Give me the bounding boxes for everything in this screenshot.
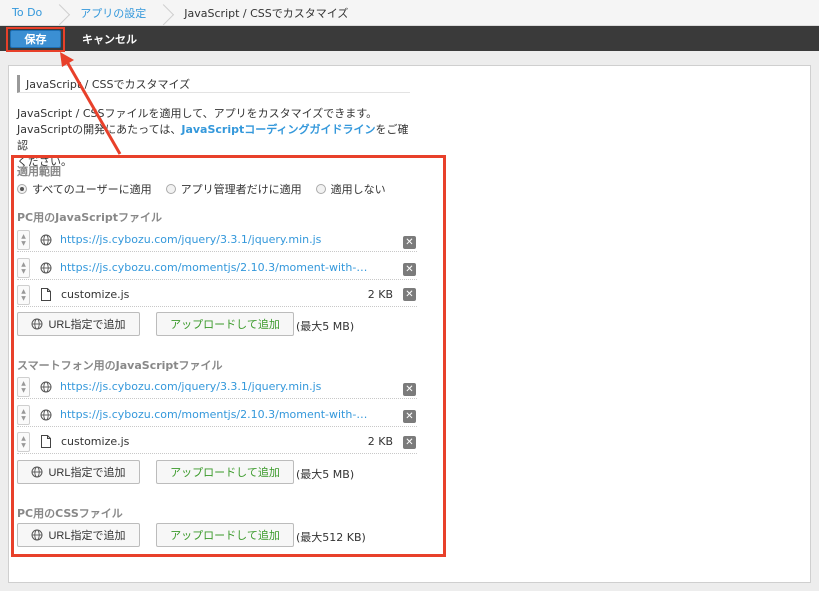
file-size: 2 KB: [367, 288, 393, 301]
delete-icon[interactable]: ✕: [403, 288, 416, 301]
delete-icon[interactable]: ✕: [403, 436, 416, 449]
breadcrumb-current: JavaScript / CSSでカスタマイズ: [184, 6, 349, 20]
file-icon: [41, 288, 51, 301]
desc-line-2: JavaScriptの開発にあたっては、JavaScriptコーディングガイドラ…: [17, 122, 417, 154]
scope-option-label: アプリ管理者だけに適用: [180, 183, 302, 196]
button-label: URL指定で追加: [48, 319, 126, 331]
pc-css-upload-button[interactable]: アップロードして追加: [156, 523, 294, 547]
max-size-note: (最大512 KB): [296, 531, 366, 544]
globe-icon: [31, 466, 43, 478]
scope-option-all[interactable]: すべてのユーザーに適用: [17, 181, 152, 197]
max-size-note: (最大5 MB): [296, 320, 355, 333]
button-label: URL指定で追加: [48, 530, 126, 542]
max-size-note: (最大5 MB): [296, 468, 355, 481]
file-row: ▲ ▼ https://js.cybozu.com/momentjs/2.10.3…: [17, 256, 417, 280]
drag-handle-icon[interactable]: ▲ ▼: [17, 431, 30, 452]
radio-icon[interactable]: [315, 184, 326, 194]
globe-icon: [31, 529, 43, 541]
globe-icon: [40, 381, 52, 392]
breadcrumb-app-settings[interactable]: アプリの設定: [68, 0, 162, 26]
pc-css-add-url-button[interactable]: URL指定で追加: [17, 523, 140, 547]
radio-icon[interactable]: [165, 184, 176, 194]
delete-icon[interactable]: ✕: [403, 383, 416, 396]
globe-icon: [31, 318, 43, 330]
file-url-link[interactable]: https://js.cybozu.com/momentjs/2.10.3/mo…: [60, 261, 370, 274]
file-row: ▲ ▼ customize.js 2 KB: [17, 430, 417, 454]
scope-option-label: 適用しない: [330, 183, 386, 196]
file-row: ▲ ▼ https://js.cybozu.com/momentjs/2.10.3…: [17, 403, 417, 427]
section-title: JavaScript / CSSでカスタマイズ: [17, 75, 410, 93]
file-name: customize.js: [61, 288, 130, 301]
cancel-button[interactable]: キャンセル: [82, 30, 137, 48]
radio-checked-icon[interactable]: [17, 184, 27, 194]
globe-icon: [40, 234, 52, 245]
file-row: ▲ ▼ https://js.cybozu.com/jquery/3.3.1/jq…: [17, 375, 417, 399]
button-label: URL指定で追加: [48, 467, 126, 479]
pc-js-add-url-button[interactable]: URL指定で追加: [17, 312, 140, 336]
file-name: customize.js: [61, 435, 130, 448]
breadcrumb-separator: [58, 0, 68, 26]
scope-option-label: すべてのユーザーに適用: [32, 183, 152, 196]
drag-handle-icon[interactable]: ▲ ▼: [17, 404, 30, 425]
file-row: ▲ ▼ customize.js 2 KB: [17, 283, 417, 307]
drag-handle-icon[interactable]: ▲ ▼: [17, 376, 30, 397]
scope-label: 適用範囲: [17, 165, 61, 178]
coding-guideline-link[interactable]: JavaScriptコーディングガイドライン: [181, 123, 375, 136]
drag-handle-icon[interactable]: ▲ ▼: [17, 229, 30, 250]
breadcrumb: To Do アプリの設定 JavaScript / CSSでカスタマイズ: [0, 0, 819, 26]
file-url-link[interactable]: https://js.cybozu.com/momentjs/2.10.3/mo…: [60, 408, 370, 421]
file-size: 2 KB: [367, 435, 393, 448]
file-url-link[interactable]: https://js.cybozu.com/jquery/3.3.1/jquer…: [60, 233, 321, 246]
file-row: ▲ ▼ https://js.cybozu.com/jquery/3.3.1/jq…: [17, 228, 417, 252]
scope-option-none[interactable]: 適用しない: [315, 181, 386, 197]
desc-line-2-pre: JavaScriptの開発にあたっては、: [17, 123, 182, 136]
breadcrumb-separator: [162, 0, 172, 26]
drag-handle-icon[interactable]: ▲ ▼: [17, 257, 30, 278]
globe-icon: [40, 409, 52, 420]
sp-js-add-url-button[interactable]: URL指定で追加: [17, 460, 140, 484]
sp-js-upload-button[interactable]: アップロードして追加: [156, 460, 294, 484]
scope-radio-group: すべてのユーザーに適用 アプリ管理者だけに適用 適用しない: [17, 181, 400, 197]
file-icon: [41, 435, 51, 448]
pc-css-label: PC用のCSSファイル: [17, 507, 123, 520]
file-url-link[interactable]: https://js.cybozu.com/jquery/3.3.1/jquer…: [60, 380, 321, 393]
delete-icon[interactable]: ✕: [403, 263, 416, 276]
drag-handle-icon[interactable]: ▲ ▼: [17, 284, 30, 305]
sp-js-label: スマートフォン用のJavaScriptファイル: [17, 359, 223, 372]
save-button[interactable]: 保存: [10, 30, 61, 48]
desc-line-1: JavaScript / CSSファイルを適用して、アプリをカスタマイズできます…: [17, 107, 378, 120]
pc-js-upload-button[interactable]: アップロードして追加: [156, 312, 294, 336]
scope-option-admin[interactable]: アプリ管理者だけに適用: [165, 181, 302, 197]
globe-icon: [40, 262, 52, 273]
delete-icon[interactable]: ✕: [403, 236, 416, 249]
pc-js-label: PC用のJavaScriptファイル: [17, 211, 163, 224]
delete-icon[interactable]: ✕: [403, 410, 416, 423]
